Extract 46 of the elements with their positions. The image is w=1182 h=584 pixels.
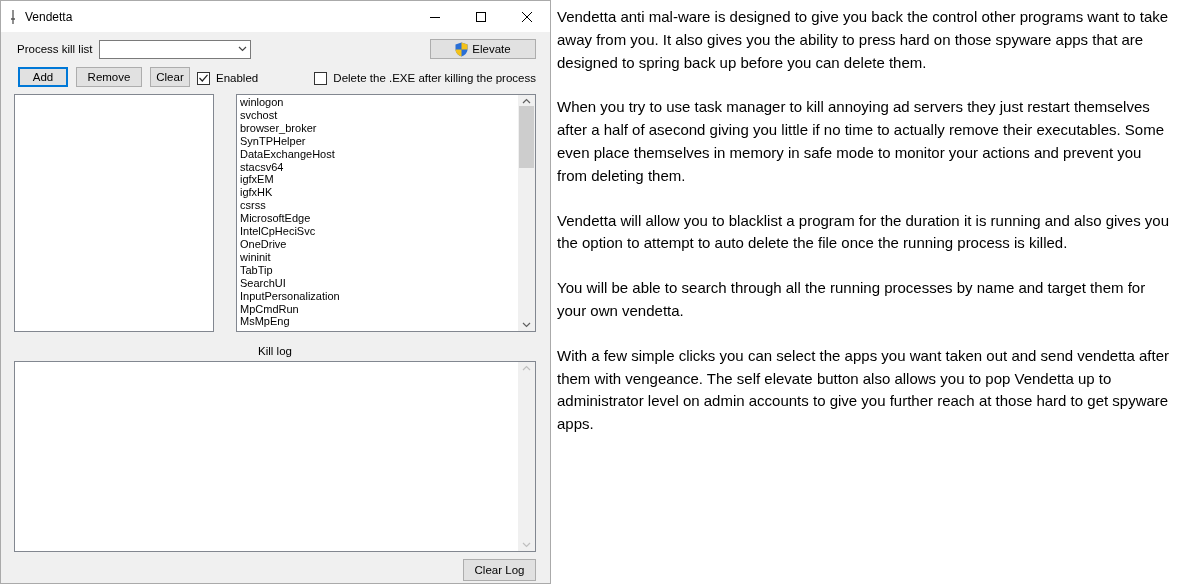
- description-paragraph: When you try to use task manager to kill annoying ad servers they just restart themselves after a half of asecond giving you little if no time to actually remove their executables. Some even place themselves in memory in safe mode to monitor your actions and prevent you from deleting them.: [557, 97, 1165, 186]
- elevate-button[interactable]: Elevate: [430, 39, 536, 59]
- description-paragraph: Vendetta will allow you to blacklist a program for the duration it is running and also gives you the option to attempt to auto delete the file once the running process is killed.: [557, 210, 1170, 254]
- scroll-up-icon[interactable]: [522, 98, 531, 104]
- process-item[interactable]: SynTPHelper: [240, 134, 515, 148]
- scrollbar[interactable]: [518, 95, 535, 331]
- description-paragraph: Vendetta anti mal-ware is designed to give you back the control other programs want to take away from you. It also gives you the ability to press hard on those spyware apps that are designed to spring back up before you can delete them.: [557, 7, 1170, 73]
- process-item[interactable]: InputPersonalization: [240, 289, 515, 303]
- window-title: Vendetta: [25, 9, 74, 24]
- process-item[interactable]: SearchUI: [240, 276, 515, 290]
- dagger-icon: [11, 9, 15, 24]
- process-item[interactable]: csrss: [240, 199, 515, 213]
- process-item[interactable]: MicrosoftEdge: [240, 212, 515, 226]
- process-item[interactable]: MsMpEng: [240, 315, 515, 329]
- checkbox[interactable]: [314, 71, 328, 85]
- kill-list-box[interactable]: [14, 94, 214, 332]
- process-item[interactable]: winlogon: [240, 96, 515, 109]
- checkbox[interactable]: [197, 71, 210, 85]
- process-item[interactable]: DataExchangeHost: [240, 147, 515, 161]
- kill-log-label: Kill log: [258, 345, 292, 359]
- process-item[interactable]: igfxEM: [240, 173, 515, 187]
- scroll-down-icon[interactable]: [522, 322, 531, 328]
- process-item[interactable]: IntelCpHeciSvc: [240, 225, 515, 238]
- description-paragraph: With a few simple clicks you can select the apps you want taken out and send vendetta after them with vengeance. The self elevate button also allows you to pop Vendetta up to administrator level on admin accounts to give you further reach at those hard to get spyware apps.: [557, 345, 1170, 435]
- kill-list-dropdown[interactable]: [99, 39, 252, 59]
- process-item[interactable]: wininit: [240, 250, 515, 264]
- kill-list-label: Process kill list: [17, 43, 93, 55]
- process-item[interactable]: MpCmdRun: [240, 302, 515, 316]
- process-item[interactable]: igfxHK: [240, 186, 515, 200]
- close-icon: [522, 11, 532, 22]
- description-paragraph: You will be able to search through all the running processes by name and target them for your own vendetta.: [557, 278, 1147, 321]
- shield-icon: [455, 41, 469, 57]
- process-item[interactable]: stacsv64: [240, 160, 515, 174]
- process-item[interactable]: OneDrive: [240, 237, 515, 251]
- scroll-thumb[interactable]: [519, 106, 534, 168]
- process-item[interactable]: browser_broker: [240, 121, 515, 135]
- process-item[interactable]: TabTip: [240, 263, 515, 277]
- clear-button[interactable]: Clear: [150, 67, 190, 87]
- checkbox-label: Delete the .EXE after killing the process: [333, 72, 536, 84]
- checkbox-label: Enabled: [216, 72, 259, 84]
- process-item[interactable]: svchost: [240, 108, 515, 122]
- clear-log-button[interactable]: Clear Log: [463, 559, 536, 581]
- add-button[interactable]: Add: [18, 67, 68, 87]
- maximize-icon: [476, 11, 486, 22]
- dropdown-caret-icon[interactable]: [238, 46, 248, 52]
- remove-button[interactable]: Remove: [76, 67, 142, 87]
